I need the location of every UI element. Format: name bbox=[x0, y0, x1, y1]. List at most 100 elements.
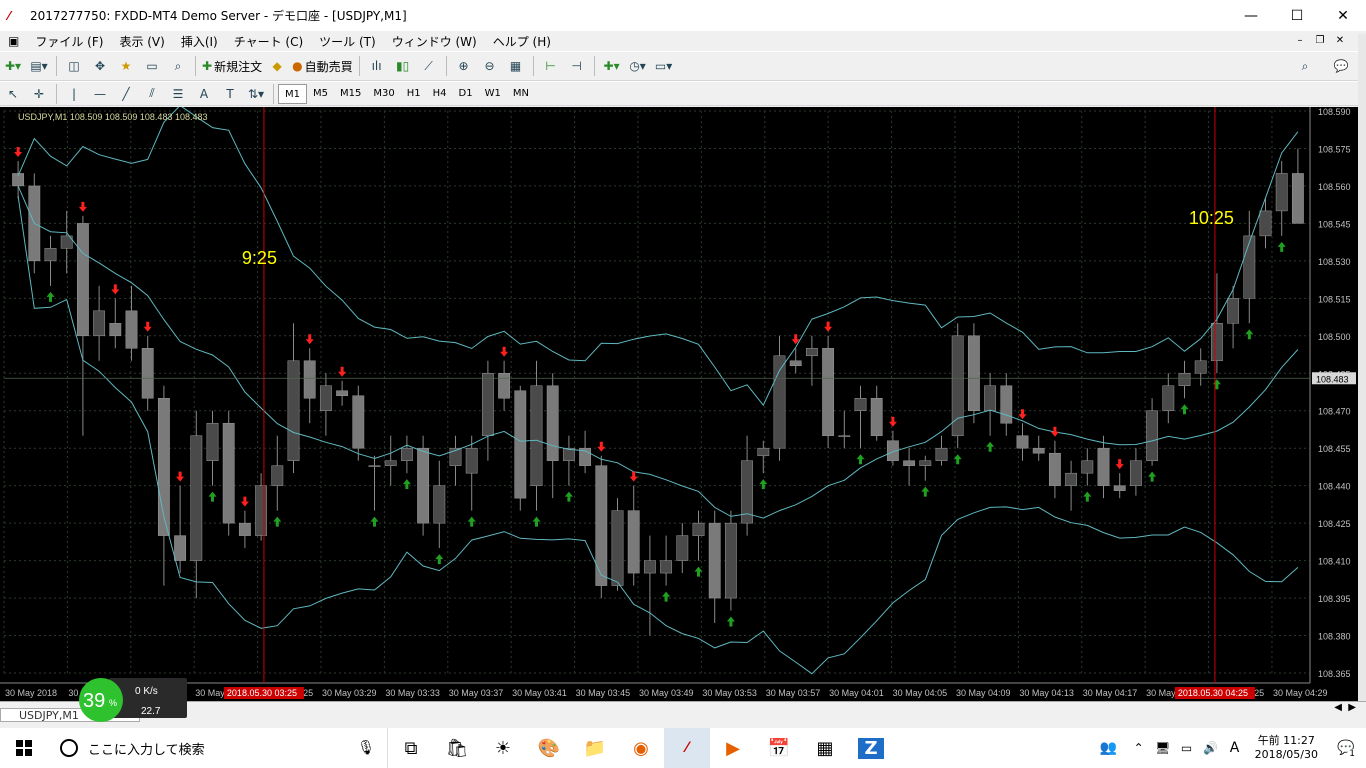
fxdd-mt4-icon[interactable]: ⁄ bbox=[664, 728, 710, 768]
clock[interactable]: 午前 11:27 2018/05/30 bbox=[1255, 734, 1318, 762]
crosshair-target-icon[interactable]: ✥ bbox=[89, 55, 111, 77]
network-icon[interactable]: 🖥 bbox=[1151, 728, 1175, 768]
chat-icon[interactable]: 💬 bbox=[1330, 55, 1352, 77]
timeframe-h4[interactable]: H4 bbox=[427, 84, 453, 104]
fibonacci-icon[interactable]: ☰ bbox=[167, 83, 189, 105]
chart-window-icon[interactable]: ▣ bbox=[0, 34, 27, 48]
metaeditor-icon[interactable]: ◆ bbox=[266, 55, 288, 77]
file-explorer-icon[interactable]: 📁 bbox=[572, 728, 618, 768]
start-button[interactable] bbox=[0, 728, 48, 768]
timeframe-m30[interactable]: M30 bbox=[367, 84, 400, 104]
ime-indicator[interactable]: A bbox=[1223, 728, 1247, 768]
zoom-in-icon[interactable]: ⊕ bbox=[453, 55, 475, 77]
buy-arrow-icon bbox=[694, 566, 703, 577]
tab-scroll-right-icon[interactable]: ▶ bbox=[1348, 702, 1356, 713]
cursor-icon[interactable]: ↖ bbox=[2, 83, 24, 105]
candle-body bbox=[692, 522, 705, 536]
sell-arrow-icon bbox=[597, 441, 606, 452]
horizontal-line-icon[interactable]: — bbox=[89, 83, 111, 105]
trendline-icon[interactable]: ╱ bbox=[115, 83, 137, 105]
tab-scroll-left-icon[interactable]: ◀ bbox=[1334, 702, 1342, 713]
menu-insert[interactable]: 挿入(I) bbox=[173, 33, 226, 50]
brightness-icon[interactable]: ☀ bbox=[480, 728, 526, 768]
profiles-icon[interactable]: ▤▾ bbox=[28, 55, 50, 77]
market-watch-icon[interactable]: ◫ bbox=[63, 55, 85, 77]
timeframe-m15[interactable]: M15 bbox=[334, 84, 367, 104]
mdi-restore-icon[interactable]: ❐ bbox=[1312, 34, 1328, 48]
menu-chart[interactable]: チャート (C) bbox=[226, 33, 311, 50]
candle-body bbox=[384, 460, 397, 466]
chart-area[interactable]: 108.590 108.575 108.560 108.545 108.530 108.5… bbox=[0, 104, 1358, 701]
battery-icon[interactable]: ▭ bbox=[1175, 728, 1199, 768]
text-label-icon[interactable]: T bbox=[219, 83, 241, 105]
timeframe-mn[interactable]: MN bbox=[507, 84, 535, 104]
zoom-out-icon[interactable]: ⊖ bbox=[479, 55, 501, 77]
timeframe-m5[interactable]: M5 bbox=[307, 84, 334, 104]
calendar-icon[interactable]: 📅 bbox=[756, 728, 802, 768]
vertical-line-icon[interactable]: | bbox=[63, 83, 85, 105]
store-icon[interactable]: 🛍 bbox=[434, 728, 480, 768]
templates-icon[interactable]: ▭▾ bbox=[653, 55, 675, 77]
close-button[interactable]: ✕ bbox=[1320, 0, 1366, 31]
menu-help[interactable]: ヘルプ (H) bbox=[485, 33, 559, 50]
auto-trade-button[interactable]: ● 自動売買 bbox=[292, 55, 353, 77]
vertical-scrollbar[interactable] bbox=[1358, 34, 1366, 706]
new-chart-icon[interactable]: ✚▾ bbox=[2, 55, 24, 77]
periods-clock-icon[interactable]: ◷▾ bbox=[627, 55, 649, 77]
x-tick-label: 30 May 03:53 bbox=[702, 688, 757, 698]
terminal-icon[interactable]: ▭ bbox=[141, 55, 163, 77]
firefox-icon[interactable]: ◉ bbox=[618, 728, 664, 768]
chart-shift-icon[interactable]: ⊣ bbox=[566, 55, 588, 77]
widget-download-speed: 22.7 bbox=[141, 706, 161, 717]
minimize-button[interactable]: — bbox=[1228, 0, 1274, 31]
microphone-icon[interactable]: 🎙 bbox=[357, 740, 375, 756]
equidistant-channel-icon[interactable]: ⫽ bbox=[141, 83, 163, 105]
notification-icon[interactable]: 💬 1 bbox=[1326, 728, 1366, 768]
sell-arrow-icon bbox=[305, 334, 314, 345]
candle-body bbox=[141, 348, 154, 399]
sell-arrow-icon bbox=[1050, 426, 1059, 437]
svg-text:%: % bbox=[109, 698, 117, 708]
bar-chart-icon[interactable]: ılı bbox=[366, 55, 388, 77]
video-player-icon[interactable]: ▶ bbox=[710, 728, 756, 768]
taskbar-search[interactable]: ここに入力して検索 🎙 bbox=[48, 728, 388, 768]
calculator-icon[interactable]: ▦ bbox=[802, 728, 848, 768]
timeframe-d1[interactable]: D1 bbox=[453, 84, 479, 104]
menu-tools[interactable]: ツール (T) bbox=[311, 33, 384, 50]
maximize-button[interactable]: ☐ bbox=[1274, 0, 1320, 31]
line-chart-icon[interactable]: ⟋ bbox=[418, 55, 440, 77]
sell-arrow-icon bbox=[78, 201, 87, 212]
mdi-close-icon[interactable]: ✕ bbox=[1332, 34, 1348, 48]
menu-window[interactable]: ウィンドウ (W) bbox=[384, 33, 485, 50]
navigator-icon[interactable]: ★ bbox=[115, 55, 137, 77]
timeframe-h1[interactable]: H1 bbox=[401, 84, 427, 104]
tile-windows-icon[interactable]: ▦ bbox=[505, 55, 527, 77]
z-app-icon[interactable]: Z bbox=[848, 728, 894, 768]
auto-scroll-icon[interactable]: ⊢ bbox=[540, 55, 562, 77]
text-icon[interactable]: A bbox=[193, 83, 215, 105]
menu-view[interactable]: 表示 (V) bbox=[111, 33, 172, 50]
task-view-icon[interactable]: ⧉ bbox=[388, 728, 434, 768]
mdi-minimize-icon[interactable]: – bbox=[1292, 34, 1308, 48]
timeframe-w1[interactable]: W1 bbox=[479, 84, 507, 104]
sell-arrow-icon bbox=[111, 284, 120, 295]
search-icon[interactable]: ⌕ bbox=[1294, 55, 1316, 77]
price-chart[interactable]: 108.590 108.575 108.560 108.545 108.530 108.5… bbox=[0, 104, 1358, 701]
crosshair-icon[interactable]: ✛ bbox=[28, 83, 50, 105]
menu-file[interactable]: ファイル (F) bbox=[27, 33, 111, 50]
people-icon[interactable]: 👥 bbox=[1091, 728, 1127, 768]
y-tick-label: 108.515 bbox=[1318, 294, 1351, 304]
tray-chevron-icon[interactable]: ⌃ bbox=[1127, 728, 1151, 768]
tester-icon[interactable]: ⌕ bbox=[167, 55, 189, 77]
arrows-icon[interactable]: ⇅▾ bbox=[245, 83, 267, 105]
paint-icon[interactable]: 🎨 bbox=[526, 728, 572, 768]
volume-icon[interactable]: 🔊 bbox=[1199, 728, 1223, 768]
x-tick-label: 30 May 03:33 bbox=[385, 688, 440, 698]
new-order-button[interactable]: ✚ 新規注文 bbox=[202, 55, 262, 77]
timeframe-m1[interactable]: M1 bbox=[278, 83, 307, 104]
y-tick-label: 108.470 bbox=[1318, 407, 1351, 417]
y-tick-label: 108.395 bbox=[1318, 594, 1351, 604]
candlestick-icon[interactable]: ▮▯ bbox=[392, 55, 414, 77]
indicators-icon[interactable]: ✚▾ bbox=[601, 55, 623, 77]
candle-body bbox=[417, 447, 430, 524]
